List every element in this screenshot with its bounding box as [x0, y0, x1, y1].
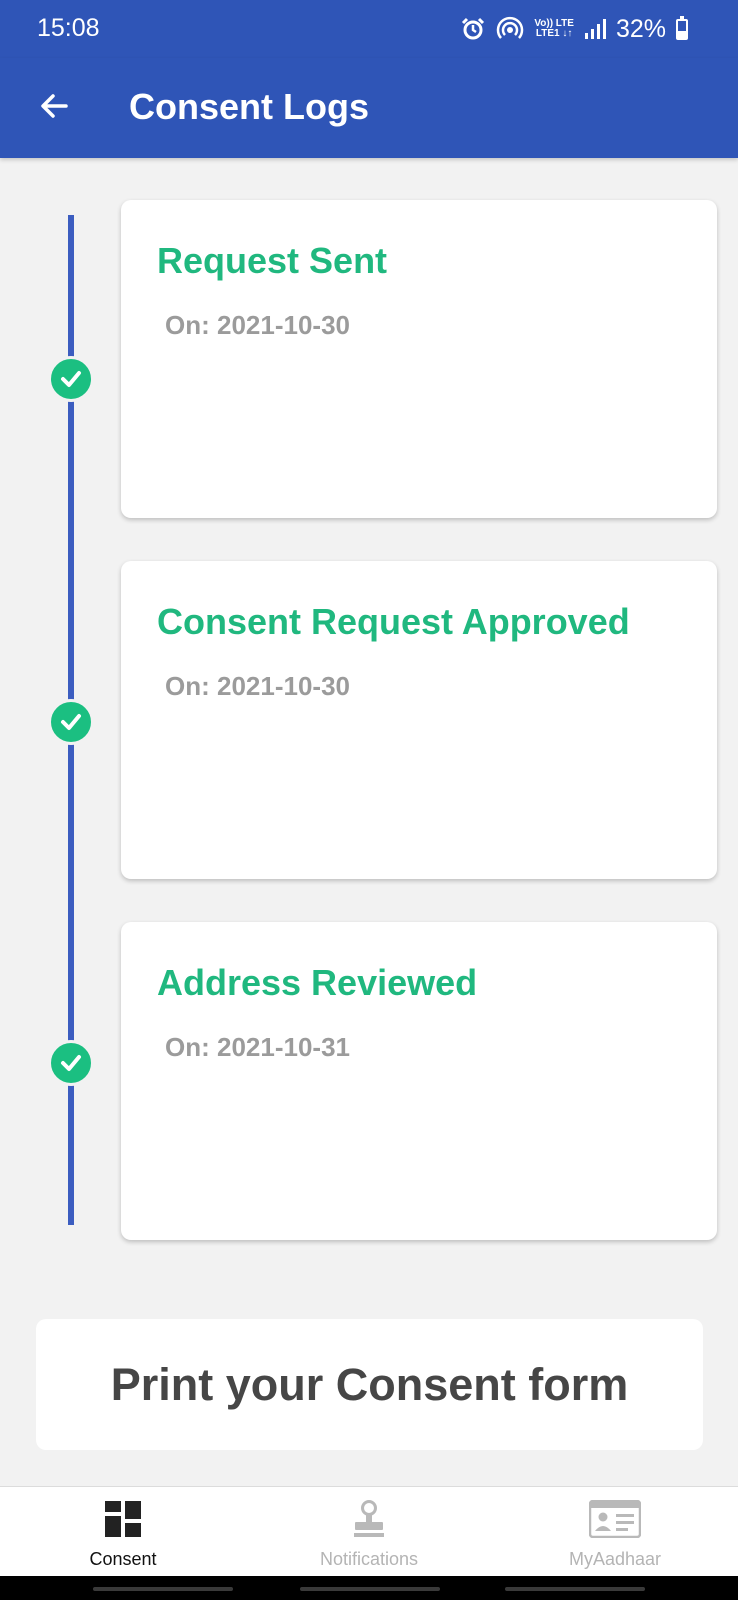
page-title: Consent Logs — [129, 86, 369, 127]
status-bar: 15:08 Vo)) LTE LTE1 ↓↑ 32% — [0, 0, 738, 58]
net-bottom-label: LTE1 ↓↑ — [535, 28, 573, 39]
dashboard-grid-icon — [105, 1497, 141, 1541]
gesture-handle[interactable] — [505, 1587, 645, 1591]
nav-label: Notifications — [319, 1549, 419, 1569]
event-title: Consent Request Approved — [157, 601, 630, 642]
nav-item-notifications[interactable]: Notifications — [246, 1487, 492, 1576]
id-card-icon — [589, 1497, 641, 1541]
event-title: Address Reviewed — [157, 962, 478, 1003]
back-button[interactable] — [30, 84, 78, 132]
check-circle-icon — [48, 356, 94, 402]
print-consent-form-button[interactable]: Print your Consent form — [36, 1319, 703, 1450]
nav-item-myaadhaar[interactable]: MyAadhaar — [492, 1487, 738, 1576]
event-date: On: 2021-10-30 — [165, 310, 350, 340]
event-title: Request Sent — [157, 240, 388, 281]
status-time: 15:08 — [37, 14, 100, 42]
nav-label: Consent — [89, 1549, 157, 1569]
hotspot-icon — [496, 16, 524, 42]
nav-item-consent[interactable]: Consent — [0, 1487, 246, 1576]
alarm-icon — [460, 16, 486, 42]
timeline-card: Consent Request Approved On: 2021-10-30 — [121, 561, 717, 879]
volte-icon: Vo)) LTE LTE1 ↓↑ — [534, 19, 574, 39]
check-circle-icon — [48, 699, 94, 745]
status-icons: Vo)) LTE LTE1 ↓↑ 32% — [460, 14, 688, 44]
gesture-handle[interactable] — [300, 1587, 440, 1591]
bottom-nav: Consent Notifications MyAadhaar — [0, 1486, 738, 1576]
event-date: On: 2021-10-30 — [165, 671, 350, 701]
battery-icon — [676, 15, 688, 40]
battery-percent: 32% — [615, 14, 666, 43]
app-bar: Consent Logs — [0, 58, 738, 158]
check-circle-icon — [48, 1040, 94, 1086]
event-date: On: 2021-10-31 — [165, 1032, 350, 1062]
gesture-handle[interactable] — [93, 1587, 233, 1591]
nav-label: MyAadhaar — [568, 1549, 662, 1569]
arrow-left-icon — [38, 90, 70, 127]
signal-icon — [584, 18, 606, 40]
stamp-icon — [353, 1497, 385, 1541]
system-gesture-bar — [0, 1576, 738, 1600]
timeline-card: Request Sent On: 2021-10-30 — [121, 200, 717, 518]
timeline-card: Address Reviewed On: 2021-10-31 — [121, 922, 717, 1240]
